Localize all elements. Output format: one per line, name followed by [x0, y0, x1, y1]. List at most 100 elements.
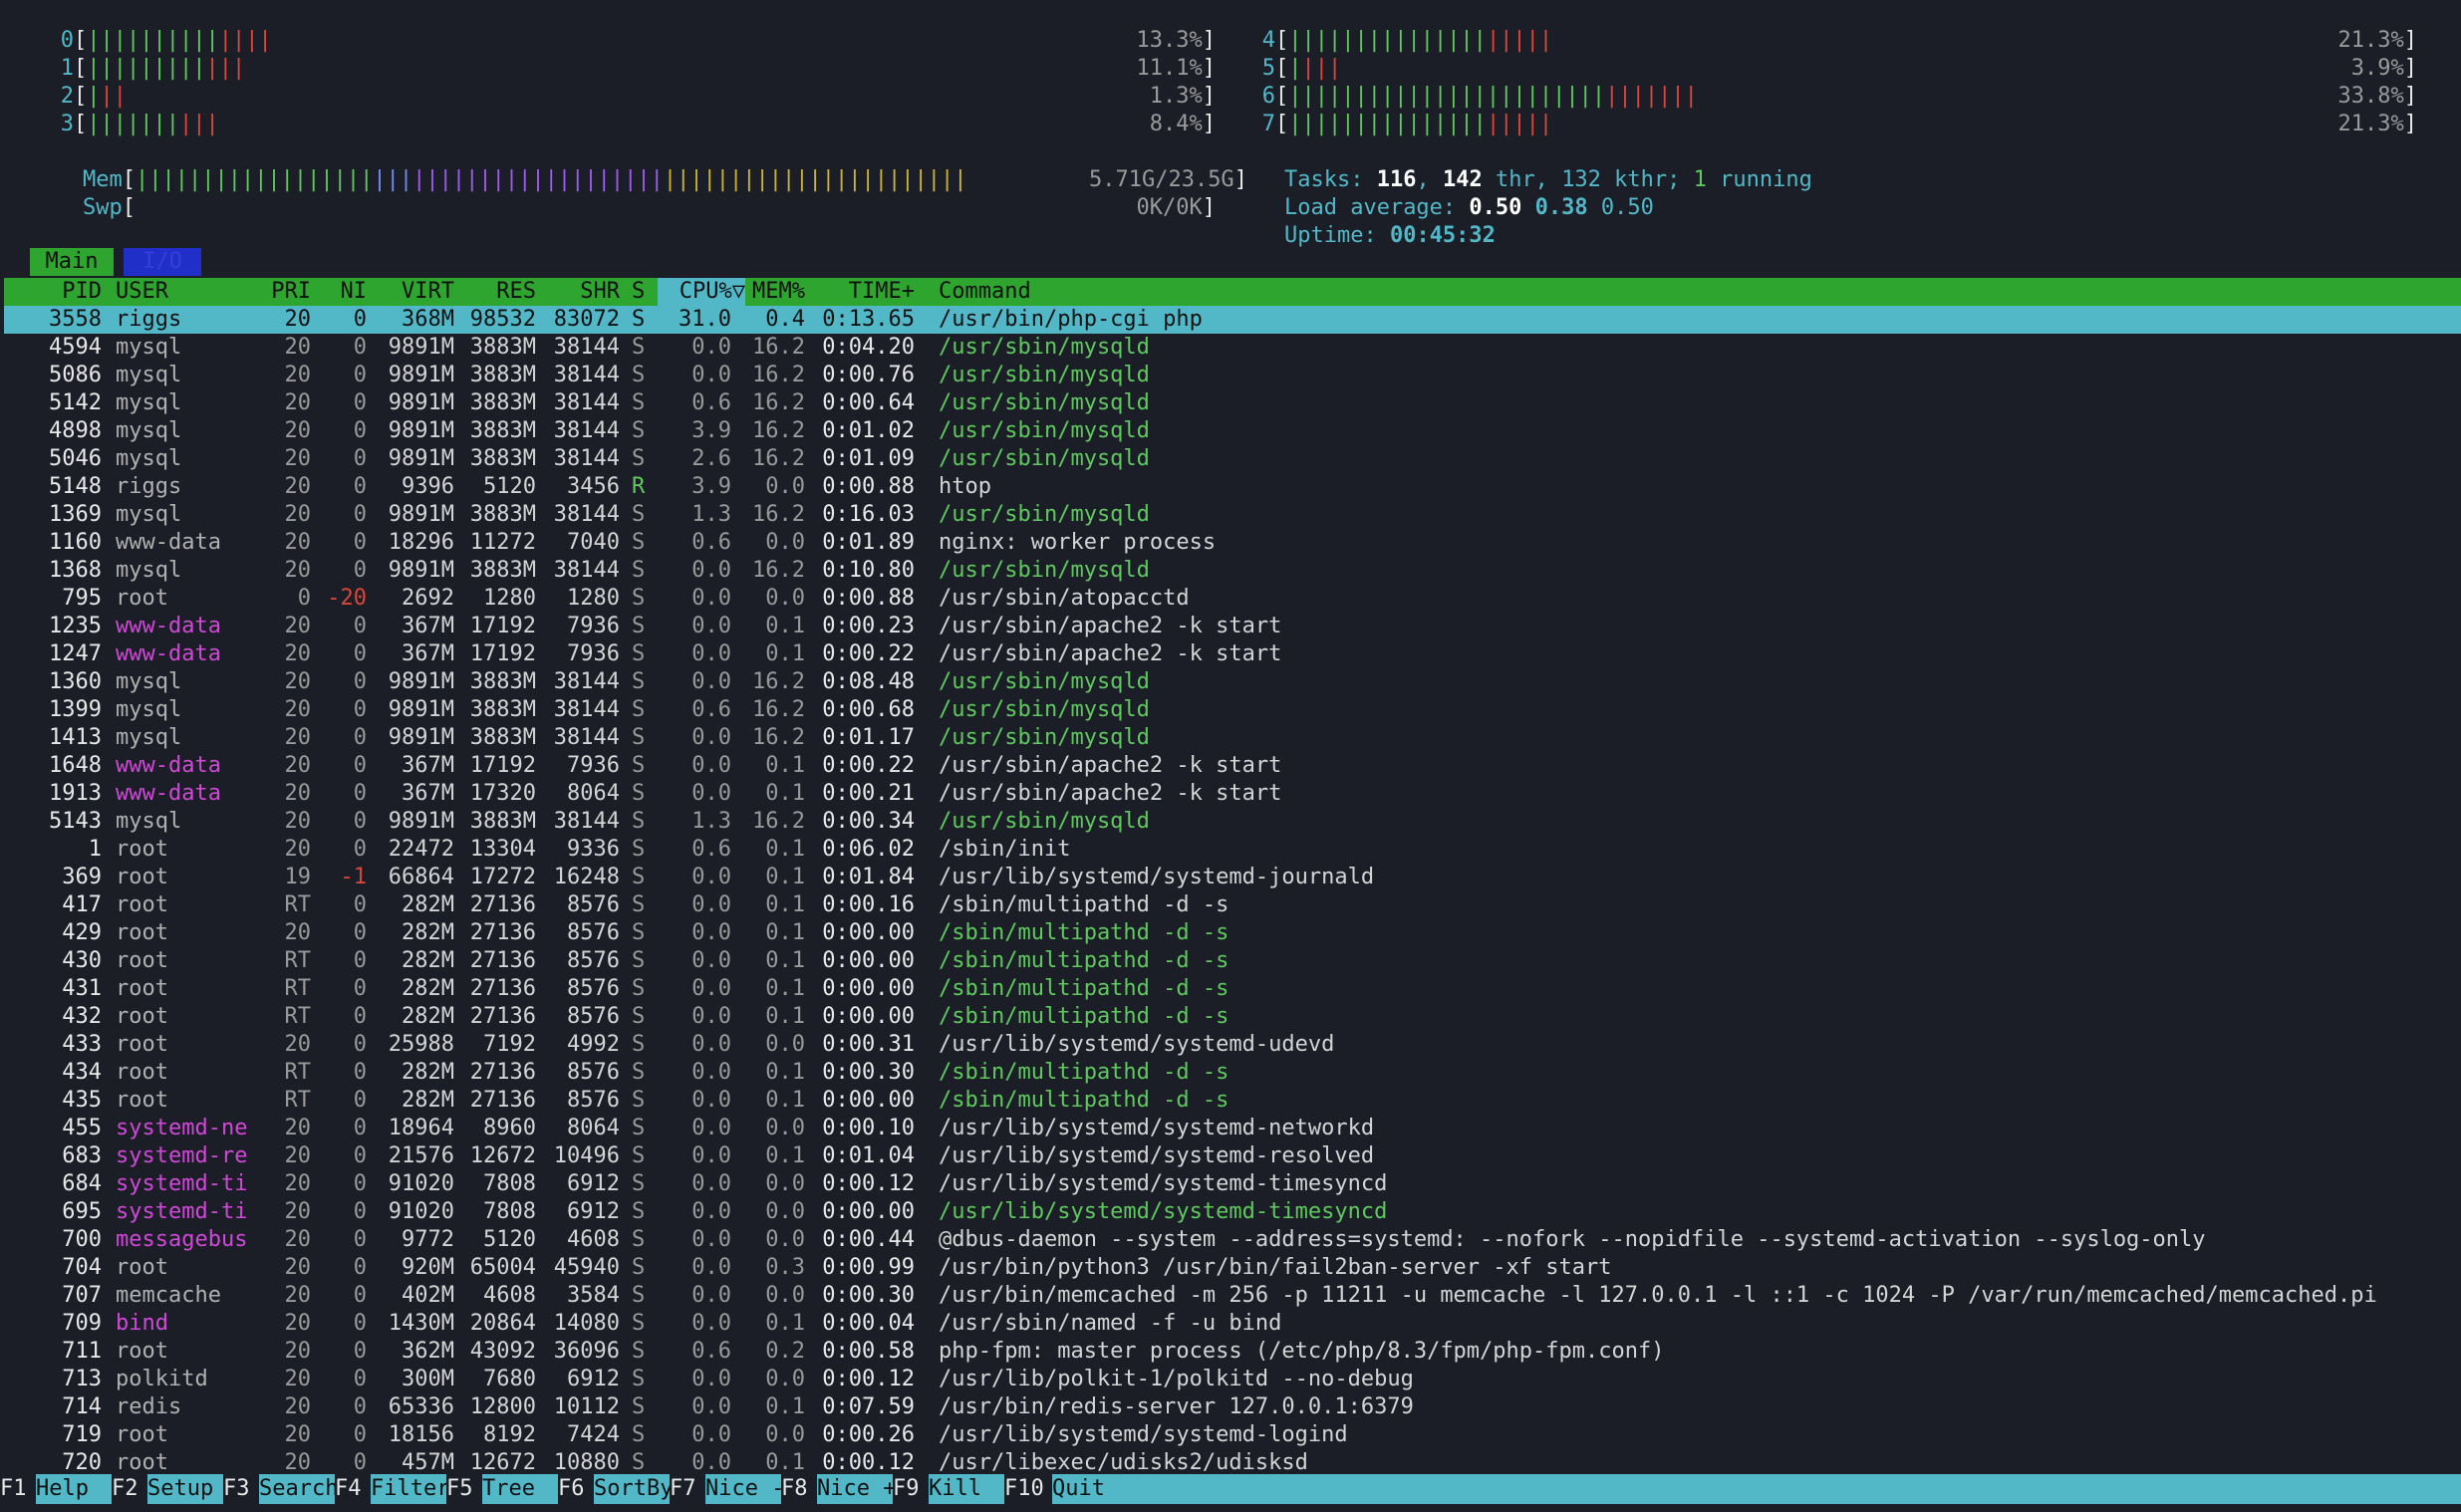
process-row[interactable]: 709 bind 20 0 1430M 20864 14080 S 0.0 0.1 0:00.04 /…	[4, 1310, 2461, 1338]
fkey-f8[interactable]: F8	[781, 1474, 817, 1504]
process-row[interactable]: 5142 mysql 20 0 9891M 3883M 38144 S 0.6 16.2 0:00.…	[4, 389, 2461, 417]
process-row[interactable]: 683 systemd-re 20 0 21576 12672 10496 S 0.0 0.1 0:…	[4, 1142, 2461, 1170]
fkey-f4[interactable]: F4	[335, 1474, 371, 1504]
col-pid[interactable]: PID	[4, 278, 102, 306]
process-s: S	[632, 446, 646, 471]
process-pri: 20	[284, 641, 312, 666]
process-virt: 91020	[388, 1171, 454, 1196]
col-mem[interactable]: MEM%	[745, 278, 805, 306]
process-row[interactable]: 1648 www-data 20 0 367M 17192 7936 S 0.0 0.1 0:00.…	[4, 752, 2461, 780]
fkey-f2[interactable]: F2	[112, 1474, 147, 1504]
process-cpu: 0.0	[691, 1143, 731, 1168]
process-row[interactable]: 795 root 0 -20 2692 1280 1280 S 0.0 0.0 0:00.88/us…	[4, 585, 2461, 613]
process-time: 0:01.04	[822, 1143, 915, 1168]
process-row[interactable]: 434 root RT 0 282M 27136 8576 S 0.0 0.1 0:00.30/sb…	[4, 1059, 2461, 1087]
process-row[interactable]: 433 root 20 0 25988 7192 4992 S 0.0 0.0 0:00.31/us…	[4, 1031, 2461, 1059]
process-virt: 368M	[402, 307, 454, 332]
process-row[interactable]: 684 systemd-ti 20 0 91020 7808 6912 S 0.0 0.0 0:00…	[4, 1170, 2461, 1198]
fkey-f9[interactable]: F9	[893, 1474, 929, 1504]
col-shr[interactable]: SHR	[544, 278, 620, 306]
process-row[interactable]: 707 memcache 20 0 402M 4608 3584 S 0.0 0.0 0:00.30…	[4, 1282, 2461, 1310]
process-row[interactable]: 5046 mysql 20 0 9891M 3883M 38144 S 2.6 16.2 0:01.…	[4, 445, 2461, 473]
process-row[interactable]: 719 root 20 0 18156 8192 7424 S 0.0 0.0 0:00.26/us…	[4, 1421, 2461, 1449]
process-row[interactable]: 4594 mysql 20 0 9891M 3883M 38144 S 0.0 16.2 0:04.…	[4, 334, 2461, 362]
process-virt: 282M	[402, 1060, 454, 1085]
fkey-f3[interactable]: F3	[223, 1474, 259, 1504]
process-row[interactable]: 1399 mysql 20 0 9891M 3883M 38144 S 0.6 16.2 0:00.…	[4, 696, 2461, 724]
process-row[interactable]: 695 systemd-ti 20 0 91020 7808 6912 S 0.0 0.0 0:00…	[4, 1198, 2461, 1226]
process-row[interactable]: 5148 riggs 20 0 9396 5120 3456 R 3.9 0.0 0:00.88 ht…	[4, 473, 2461, 501]
col-user[interactable]: USER	[116, 278, 168, 306]
process-row[interactable]: 4898 mysql 20 0 9891M 3883M 38144 S 3.9 16.2 0:01.…	[4, 417, 2461, 445]
process-row[interactable]: 1160 www-data 20 0 18296 11272 7040 S 0.6 0.0 0:01…	[4, 529, 2461, 557]
col-cpu[interactable]: CPU%▽	[658, 278, 745, 306]
process-pid: 709	[62, 1311, 102, 1336]
process-row[interactable]: 430 root RT 0 282M 27136 8576 S 0.0 0.1 0:00.00/sb…	[4, 947, 2461, 975]
tab-io[interactable]: I/O	[124, 248, 201, 276]
process-cmd: /sbin/multipathd -d -s	[939, 1060, 1230, 1085]
process-row[interactable]: 432 root RT 0 282M 27136 8576 S 0.0 0.1 0:00.00/sb…	[4, 1003, 2461, 1031]
process-row[interactable]: 3558 riggs 20 0 368M 98532 83072 S 31.0 0.4 0:13.6…	[4, 306, 2461, 334]
process-pri: 20	[284, 725, 312, 750]
fkey-label-filter[interactable]: Filter	[371, 1474, 449, 1504]
process-row[interactable]: 429 root 20 0 282M 27136 8576 S 0.0 0.1 0:00.00/sb…	[4, 919, 2461, 947]
process-row[interactable]: 700 messagebus 20 0 9772 5120 4608 S 0.0 0.0 0:00.…	[4, 1226, 2461, 1254]
tab-main[interactable]: Main	[30, 248, 114, 276]
process-row[interactable]: 455 systemd-ne 20 0 18964 8960 8064 S 0.0 0.0 0:00…	[4, 1115, 2461, 1142]
fkey-label-search[interactable]: Search	[259, 1474, 338, 1504]
col-virt[interactable]: VIRT	[375, 278, 454, 306]
process-row[interactable]: 1413 mysql 20 0 9891M 3883M 38144 S 0.0 16.2 0:01.…	[4, 724, 2461, 752]
process-row[interactable]: 1235 www-data 20 0 367M 17192 7936 S 0.0 0.1 0:00.…	[4, 613, 2461, 640]
fkey-label-help[interactable]: Help	[36, 1474, 89, 1504]
process-s: S	[632, 418, 646, 443]
process-pid: 369	[62, 865, 102, 889]
fkey-label-setup[interactable]: Setup	[147, 1474, 213, 1504]
process-ni: 0	[353, 920, 367, 945]
fkey-label-quit[interactable]: Quit	[1052, 1474, 1105, 1504]
col-ni[interactable]: NI	[321, 278, 368, 306]
process-virt: 9891M	[388, 725, 454, 750]
col-state[interactable]: S	[632, 278, 645, 306]
process-row[interactable]: 1368 mysql 20 0 9891M 3883M 38144 S 0.0 16.2 0:10.…	[4, 557, 2461, 585]
fkey-f1[interactable]: F1	[0, 1474, 36, 1504]
process-row[interactable]: 714 redis 20 0 65336 12800 10112 S 0.0 0.1 0:07.59…	[4, 1393, 2461, 1421]
process-virt: 367M	[402, 614, 454, 638]
process-pid: 5046	[49, 446, 102, 471]
process-row[interactable]: 720 root 20 0 457M 12672 10880 S 0.0 0.1 0:00.12/u…	[4, 1449, 2461, 1477]
process-shr: 7936	[567, 614, 620, 638]
process-row[interactable]: 1 root 20 0 22472 13304 9336 S 0.6 0.1 0:06.02/sbi…	[4, 836, 2461, 864]
process-ni: 0	[353, 363, 367, 387]
process-row[interactable]: 5086 mysql 20 0 9891M 3883M 38144 S 0.0 16.2 0:00.…	[4, 362, 2461, 389]
fkey-label-sortby[interactable]: SortBy	[594, 1474, 673, 1504]
process-row[interactable]: 5143 mysql 20 0 9891M 3883M 38144 S 1.3 16.2 0:00.…	[4, 808, 2461, 836]
process-row[interactable]: 369 root 19 -1 66864 17272 16248 S 0.0 0.1 0:01.84…	[4, 864, 2461, 891]
fkey-label-tree[interactable]: Tree	[482, 1474, 535, 1504]
process-row[interactable]: 1360 mysql 20 0 9891M 3883M 38144 S 0.0 16.2 0:08.…	[4, 668, 2461, 696]
process-row[interactable]: 417 root RT 0 282M 27136 8576 S 0.0 0.1 0:00.16/sb…	[4, 891, 2461, 919]
process-row[interactable]: 1247 www-data 20 0 367M 17192 7936 S 0.0 0.1 0:00.…	[4, 640, 2461, 668]
load-5min: 0.38	[1534, 195, 1588, 220]
process-row[interactable]: 711 root 20 0 362M 43092 36096 S 0.6 0.2 0:00.58 ph…	[4, 1338, 2461, 1366]
col-time[interactable]: TIME+	[813, 278, 915, 306]
col-command[interactable]: Command	[939, 278, 1031, 306]
fkey-f5[interactable]: F5	[446, 1474, 482, 1504]
fkey-f7[interactable]: F7	[670, 1474, 705, 1504]
process-mem: 0.1	[765, 753, 805, 778]
col-pri[interactable]: PRI	[253, 278, 311, 306]
fkey-f6[interactable]: F6	[558, 1474, 594, 1504]
process-cmd: php-fpm: master process (/etc/php/8.3/fp…	[939, 1339, 1665, 1364]
col-res[interactable]: RES	[462, 278, 536, 306]
process-time: 0:00.44	[822, 1227, 915, 1252]
fkey-f10[interactable]: F10	[1004, 1474, 1052, 1504]
process-row[interactable]: 435 root RT 0 282M 27136 8576 S 0.0 0.1 0:00.00/sb…	[4, 1087, 2461, 1115]
fkey-label-nice[interactable]: Nice +	[817, 1474, 896, 1504]
process-row[interactable]: 1913 www-data 20 0 367M 17320 8064 S 0.0 0.1 0:00.…	[4, 780, 2461, 808]
process-row[interactable]: 1369 mysql 20 0 9891M 3883M 38144 S 1.3 16.2 0:16.…	[4, 501, 2461, 529]
process-row[interactable]: 713 polkitd 20 0 300M 7680 6912 S 0.0 0.0 0:00.12 /…	[4, 1366, 2461, 1393]
process-s: S	[632, 390, 646, 415]
fkey-label-kill[interactable]: Kill	[929, 1474, 981, 1504]
process-row[interactable]: 431 root RT 0 282M 27136 8576 S 0.0 0.1 0:00.00/sb…	[4, 975, 2461, 1003]
process-cmd: /usr/sbin/apache2 -k start	[939, 641, 1282, 666]
fkey-label-nice[interactable]: Nice -	[705, 1474, 784, 1504]
process-row[interactable]: 704 root 20 0 920M 65004 45940 S 0.0 0.3 0:00.99/u…	[4, 1254, 2461, 1282]
